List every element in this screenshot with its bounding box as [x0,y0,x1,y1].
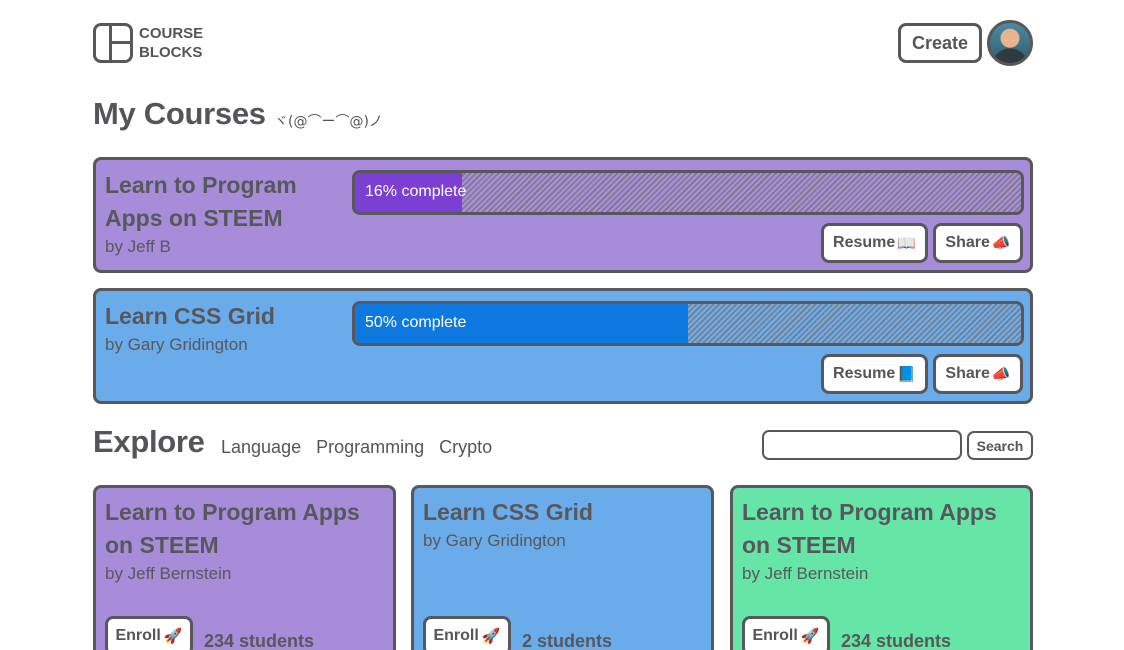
rocket-icon: 🚀 [481,627,501,645]
course-author: by Gary Gridington [423,531,566,550]
course-author: by Jeff Bernstein [742,564,869,583]
student-count: 2 students [522,631,613,650]
my-course-card: Learn to Program Apps on STEEM by Jeff B… [93,157,1033,273]
kaomoji: ヾ(@⌒ー⌒@)ノ [274,114,383,130]
logo-line-1: COURSE [139,25,204,42]
logo[interactable]: COURSE BLOCKS [93,23,203,63]
explore-categories: Language Programming Crypto [221,437,492,458]
blue-book-icon: 📘 [897,365,916,383]
course-title: Learn to Program Apps on STEEM [742,499,997,558]
progress-bar: 16% complete [352,170,1024,215]
course-author: by Jeff B [105,237,171,256]
explore-course-card[interactable]: Learn CSS Grid by Gary Gridington Enroll… [411,485,714,650]
megaphone-icon: 📣 [991,365,1011,383]
avatar[interactable] [987,20,1033,66]
category-crypto[interactable]: Crypto [439,437,492,458]
resume-label: Resume [833,365,896,382]
enroll-label: Enroll [433,627,479,644]
category-language[interactable]: Language [221,437,301,458]
progress-bar: 50% complete [352,301,1024,346]
student-count: 234 students [841,631,952,650]
enroll-button[interactable]: Enroll 🚀 [105,616,193,650]
enroll-button[interactable]: Enroll 🚀 [742,616,830,650]
course-title: Learn CSS Grid [423,499,593,525]
rocket-icon: 🚀 [800,627,820,645]
course-title: Learn to Program Apps on STEEM [105,499,360,558]
book-icon: 📖 [897,234,916,252]
my-courses-heading: My Courses [93,96,266,131]
search-input[interactable] [762,430,962,460]
resume-button[interactable]: Resume 📖 [821,223,928,263]
explore-course-card[interactable]: Learn to Program Apps on STEEM by Jeff B… [93,485,396,650]
enroll-label: Enroll [115,627,161,644]
logo-text: COURSE BLOCKS [139,24,203,62]
course-title[interactable]: Learn to Program Apps on STEEM [105,169,345,235]
category-programming[interactable]: Programming [316,437,424,458]
create-button[interactable]: Create [898,23,982,63]
course-author: by Jeff Bernstein [105,564,232,583]
megaphone-icon: 📣 [991,234,1011,252]
my-course-card: Learn CSS Grid by Gary Gridington 50% co… [93,288,1033,404]
logo-icon [93,23,133,63]
share-button[interactable]: Share 📣 [933,354,1023,394]
share-label: Share [945,234,990,251]
enroll-label: Enroll [752,627,798,644]
explore-heading: Explore [93,424,205,459]
progress-label: 50% complete [365,314,467,331]
rocket-icon: 🚀 [163,627,183,645]
resume-button[interactable]: Resume 📘 [821,354,928,394]
share-button[interactable]: Share 📣 [933,223,1023,263]
course-title[interactable]: Learn CSS Grid [105,300,345,333]
explore-course-card[interactable]: Learn to Program Apps on STEEM by Jeff B… [730,485,1033,650]
logo-line-2: BLOCKS [139,44,203,61]
resume-label: Resume [833,234,896,251]
course-author: by Gary Gridington [105,335,248,354]
search-button[interactable]: Search [967,431,1033,460]
student-count: 234 students [204,631,315,650]
progress-label: 16% complete [365,183,467,200]
share-label: Share [945,365,990,382]
enroll-button[interactable]: Enroll 🚀 [423,616,511,650]
